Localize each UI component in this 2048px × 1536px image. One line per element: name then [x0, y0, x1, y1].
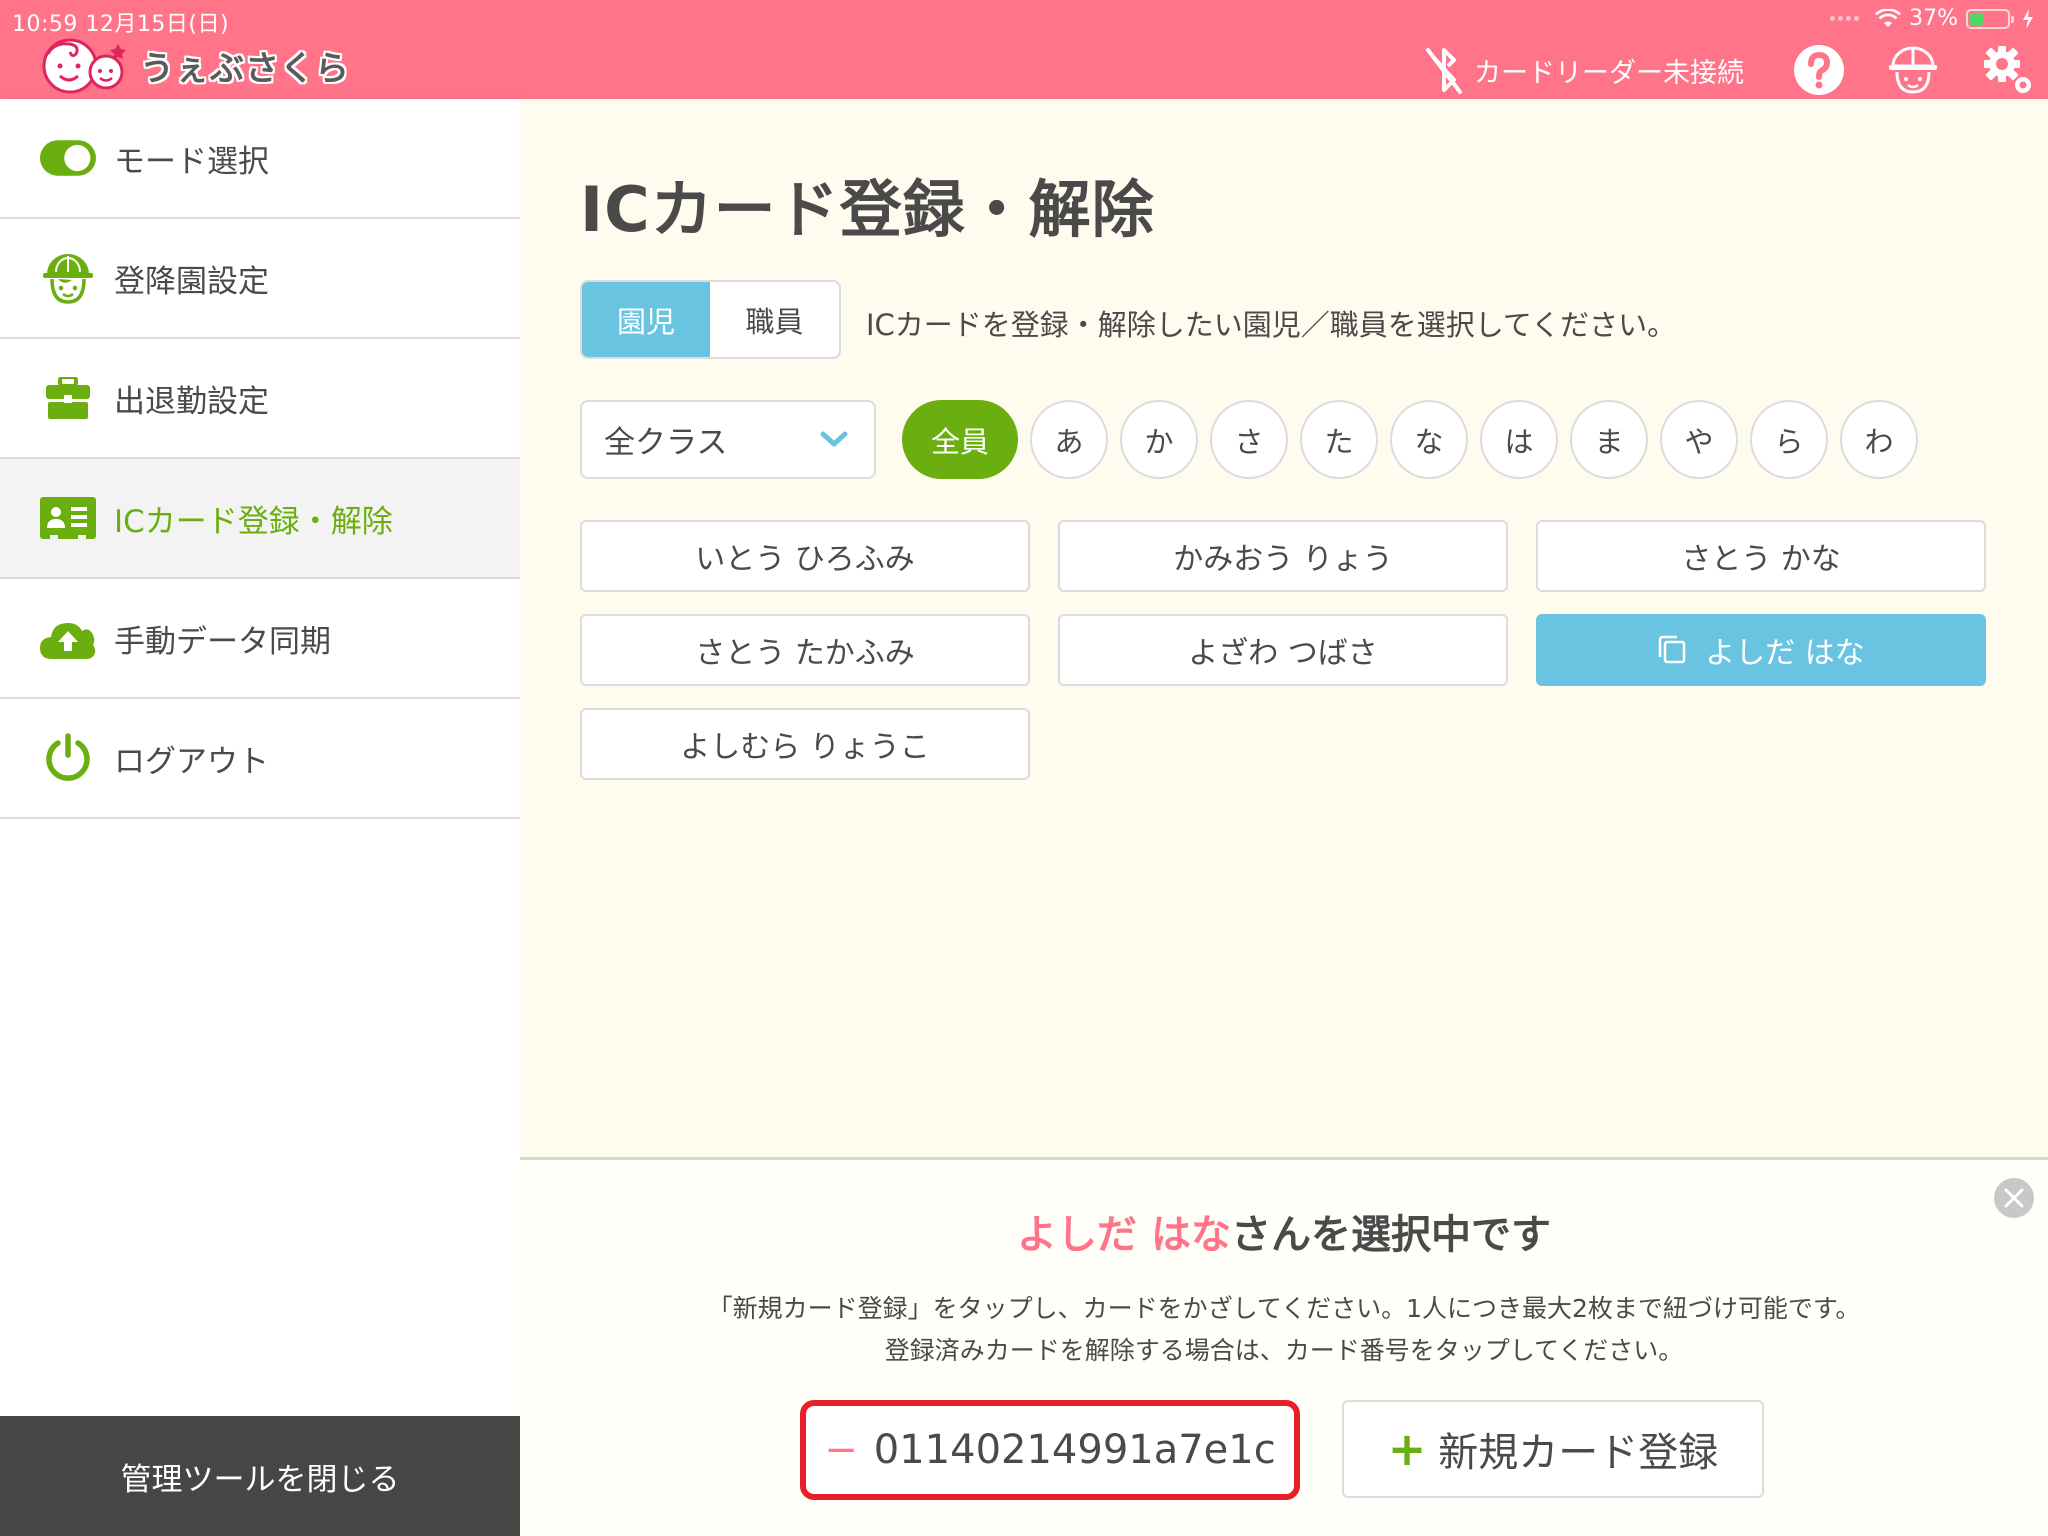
kana-filter-chip[interactable]: は — [1480, 400, 1558, 479]
reader-status-text: カードリーダー未接続 — [1474, 57, 1744, 89]
member-type-segment: 園児 職員 — [580, 280, 841, 359]
settings-button[interactable] — [1982, 44, 2034, 96]
charging-icon — [2023, 8, 2033, 29]
segment-staff[interactable]: 職員 — [710, 282, 839, 357]
kana-filter-chip[interactable]: た — [1300, 400, 1378, 479]
sidebar-item-label: ICカード登録・解除 — [114, 503, 393, 540]
sidebar-item-logout[interactable]: ログアウト — [0, 699, 520, 819]
class-select-dropdown[interactable]: 全クラス — [580, 400, 876, 479]
logo-faces-icon — [42, 38, 126, 94]
status-indicators: 37% — [1830, 6, 2034, 31]
panel-description: 「新規カード登録」をタップし、カードをかざしてください。1人につき最大2枚まで紐… — [520, 1288, 2048, 1372]
name-label: さとう たかふみ — [695, 636, 915, 671]
sidebar-item-label: 出退勤設定 — [114, 383, 269, 420]
card-buttons: − 01140214991a7e1c + 新規カード登録 — [800, 1400, 1764, 1500]
battery-percent: 37% — [1909, 6, 1958, 31]
help-icon — [1794, 45, 1844, 95]
registered-card-button[interactable]: − 01140214991a7e1c — [800, 1400, 1300, 1500]
power-icon — [40, 730, 96, 786]
new-card-register-button[interactable]: + 新規カード登録 — [1342, 1400, 1764, 1498]
name-label: いとう ひろふみ — [695, 542, 915, 577]
name-button[interactable]: いとう ひろふみ — [580, 520, 1030, 592]
bluetooth-disabled-icon — [1426, 48, 1462, 94]
battery-icon — [1966, 8, 2014, 29]
sidebar-item-label: ログアウト — [114, 743, 269, 780]
minus-icon: − — [824, 1427, 858, 1473]
selected-member-title: よしだ はなさんを選択中です — [520, 1202, 2048, 1260]
wifi-icon — [1875, 8, 1902, 27]
selection-panel: よしだ はなさんを選択中です 「新規カード登録」をタップし、カードをかざしてくだ… — [520, 1157, 2048, 1536]
chevron-down-icon — [820, 431, 848, 447]
page-title: ICカード登録・解除 — [580, 173, 1155, 246]
sidebar-item-label: 手動データ同期 — [114, 623, 331, 660]
toggle-icon — [40, 130, 96, 186]
child-face-icon — [1889, 46, 1937, 94]
selected-member-name: よしだ はな — [1017, 1212, 1231, 1258]
name-button[interactable]: さとう たかふみ — [580, 614, 1030, 686]
sidebar: モード選択 登降園設定 出退勤設定 ICカード登録・解除 手動データ同期 ログア… — [0, 99, 520, 1536]
name-button[interactable]: さとう かな — [1536, 520, 1986, 592]
sidebar-item-mode-select[interactable]: モード選択 — [0, 99, 520, 219]
name-button[interactable]: よしむら りょうこ — [580, 708, 1030, 780]
sidebar-item-work-settings[interactable]: 出退勤設定 — [0, 339, 520, 459]
child-mode-button[interactable] — [1887, 44, 1939, 96]
sidebar-item-manual-sync[interactable]: 手動データ同期 — [0, 579, 520, 699]
name-label: よしだ はな — [1705, 636, 1865, 671]
kana-filter-row: 全員あかさたなはまやらわ — [902, 400, 1918, 479]
kana-filter-chip[interactable]: な — [1390, 400, 1468, 479]
signal-dots-icon — [1830, 16, 1860, 21]
kana-filter-chip[interactable]: か — [1120, 400, 1198, 479]
battery-level — [1970, 12, 1984, 25]
stacked-cards-icon — [1658, 635, 1686, 664]
segment-children[interactable]: 園児 — [582, 282, 710, 357]
child-helmet-icon — [40, 250, 96, 306]
name-button[interactable]: よしだ はな — [1536, 614, 1986, 686]
name-button[interactable]: かみおう りょう — [1058, 520, 1508, 592]
id-card-icon — [40, 490, 96, 546]
sidebar-item-label: 登降園設定 — [114, 263, 269, 300]
selected-member-suffix: さんを選択中です — [1230, 1212, 1551, 1258]
briefcase-icon — [40, 370, 96, 426]
name-label: よしむら りょうこ — [680, 730, 930, 765]
kana-filter-chip[interactable]: さ — [1210, 400, 1288, 479]
class-select-value: 全クラス — [604, 425, 728, 461]
kana-filter-chip[interactable]: わ — [1840, 400, 1918, 479]
help-button[interactable] — [1793, 44, 1845, 96]
card-reader-status[interactable]: カードリーダー未接続 — [1424, 44, 1744, 96]
kana-filter-all[interactable]: 全員 — [902, 400, 1018, 479]
plus-icon: + — [1387, 1422, 1427, 1476]
name-label: かみおう りょう — [1173, 542, 1393, 577]
sidebar-item-attendance-settings[interactable]: 登降園設定 — [0, 219, 520, 339]
name-label: よざわ つばさ — [1188, 636, 1378, 671]
name-label: さとう かな — [1681, 542, 1841, 577]
kana-filter-chip[interactable]: ら — [1750, 400, 1828, 479]
app-logo: うぇぶさくら — [40, 36, 350, 94]
name-grid: いとう ひろふみ かみおう りょう さとう かなさとう たかふみ よざわ つばさ よしだ… — [580, 520, 1986, 780]
settings-gears-icon — [1984, 46, 2031, 93]
sidebar-item-ic-card[interactable]: ICカード登録・解除 — [0, 459, 520, 579]
name-button[interactable]: よざわ つばさ — [1058, 614, 1508, 686]
close-admin-tools-button[interactable]: 管理ツールを閉じる — [0, 1416, 520, 1536]
kana-filter-chip[interactable]: あ — [1030, 400, 1108, 479]
app-header: 10:59 12月15日(日) 37% うぇぶさくら カードリーダー未接続 — [0, 0, 2048, 99]
main-content: ICカード登録・解除 園児 職員 ICカードを登録・解除したい園児／職員を選択し… — [520, 99, 2048, 1157]
instruction-text: ICカードを登録・解除したい園児／職員を選択してください。 — [866, 308, 1677, 342]
status-time-date: 10:59 12月15日(日) — [12, 12, 230, 37]
cloud-upload-icon — [40, 610, 96, 666]
panel-description-line: 「新規カード登録」をタップし、カードをかざしてください。1人につき最大2枚まで紐… — [707, 1294, 1861, 1323]
app-name: うぇぶさくら — [140, 48, 350, 89]
kana-filter-chip[interactable]: や — [1660, 400, 1738, 479]
panel-description-line: 登録済みカードを解除する場合は、カード番号をタップしてください。 — [884, 1336, 1684, 1365]
sidebar-item-label: モード選択 — [114, 143, 269, 180]
registered-card-number: 01140214991a7e1c — [873, 1427, 1276, 1473]
kana-filter-chip[interactable]: ま — [1570, 400, 1648, 479]
new-card-label: 新規カード登録 — [1438, 1430, 1719, 1476]
